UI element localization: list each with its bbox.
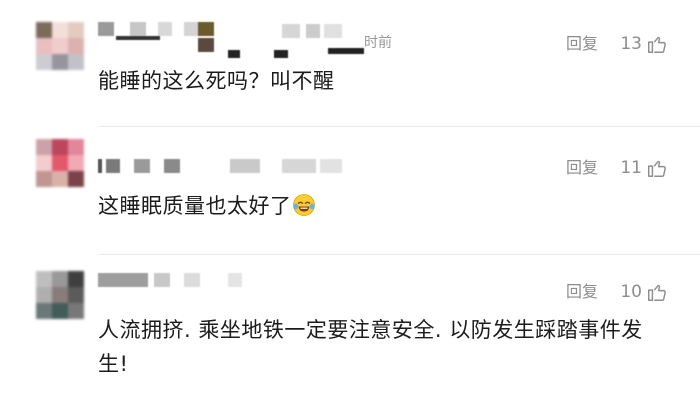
avatar-pixel (36, 287, 52, 303)
avatar-pixel (68, 271, 84, 287)
like-count: 10 (620, 282, 642, 302)
avatar-pixel (52, 271, 68, 287)
comment-text-content: 这睡眠质量也太好了 (98, 194, 292, 218)
username-redacted[interactable] (98, 273, 318, 289)
avatar-pixel (68, 22, 84, 38)
comment-item: 回复 11 这睡眠质量也太好了 (0, 127, 700, 255)
comment-item: 回复 10 人流拥挤. 乘坐地铁一定要注意安全. 以防发生踩踏事件发生! (0, 255, 700, 402)
comment-item: 时前 回复 13 能睡的这么死吗？叫不醒 (0, 0, 700, 130)
avatar-pixel (36, 38, 52, 54)
username-redacted[interactable] (98, 22, 398, 58)
avatar-pixel (52, 22, 68, 38)
avatar-pixel (68, 171, 84, 187)
thumbs-up-icon[interactable] (646, 157, 668, 179)
like-count: 13 (620, 34, 642, 54)
avatar-pixel (52, 287, 68, 303)
avatar-pixel (36, 171, 52, 187)
avatar-pixel (36, 54, 52, 70)
avatar[interactable] (36, 139, 84, 187)
avatar-pixel (68, 287, 84, 303)
comment-text: 这睡眠质量也太好了 (98, 189, 672, 223)
username-redacted[interactable] (98, 159, 378, 175)
comment-time: 时前 (364, 35, 392, 51)
avatar-pixel (68, 54, 84, 70)
avatar-pixel (68, 139, 84, 155)
avatar-pixel (68, 303, 84, 319)
comment-text: 能睡的这么死吗？叫不醒 (98, 69, 335, 93)
avatar[interactable] (36, 271, 84, 319)
reply-button[interactable]: 回复 (566, 158, 598, 178)
thumbs-up-icon[interactable] (646, 281, 668, 303)
avatar-pixel (36, 155, 52, 171)
avatar-pixel (52, 171, 68, 187)
avatar[interactable] (36, 22, 84, 70)
reply-button[interactable]: 回复 (566, 34, 598, 54)
laughing-tears-emoji-icon (292, 194, 315, 216)
avatar-pixel (52, 155, 68, 171)
avatar-pixel (52, 54, 68, 70)
avatar-pixel (52, 38, 68, 54)
reply-button[interactable]: 回复 (566, 282, 598, 302)
avatar-pixel (68, 38, 84, 54)
avatar-pixel (36, 271, 52, 287)
comment-text: 人流拥挤. 乘坐地铁一定要注意安全. 以防发生踩踏事件发生! (98, 318, 643, 376)
like-count: 11 (620, 158, 642, 178)
thumbs-up-icon[interactable] (646, 33, 668, 55)
avatar-pixel (52, 139, 68, 155)
avatar-pixel (36, 22, 52, 38)
avatar-pixel (36, 303, 52, 319)
avatar-pixel (36, 139, 52, 155)
avatar-pixel (68, 155, 84, 171)
avatar-pixel (52, 303, 68, 319)
